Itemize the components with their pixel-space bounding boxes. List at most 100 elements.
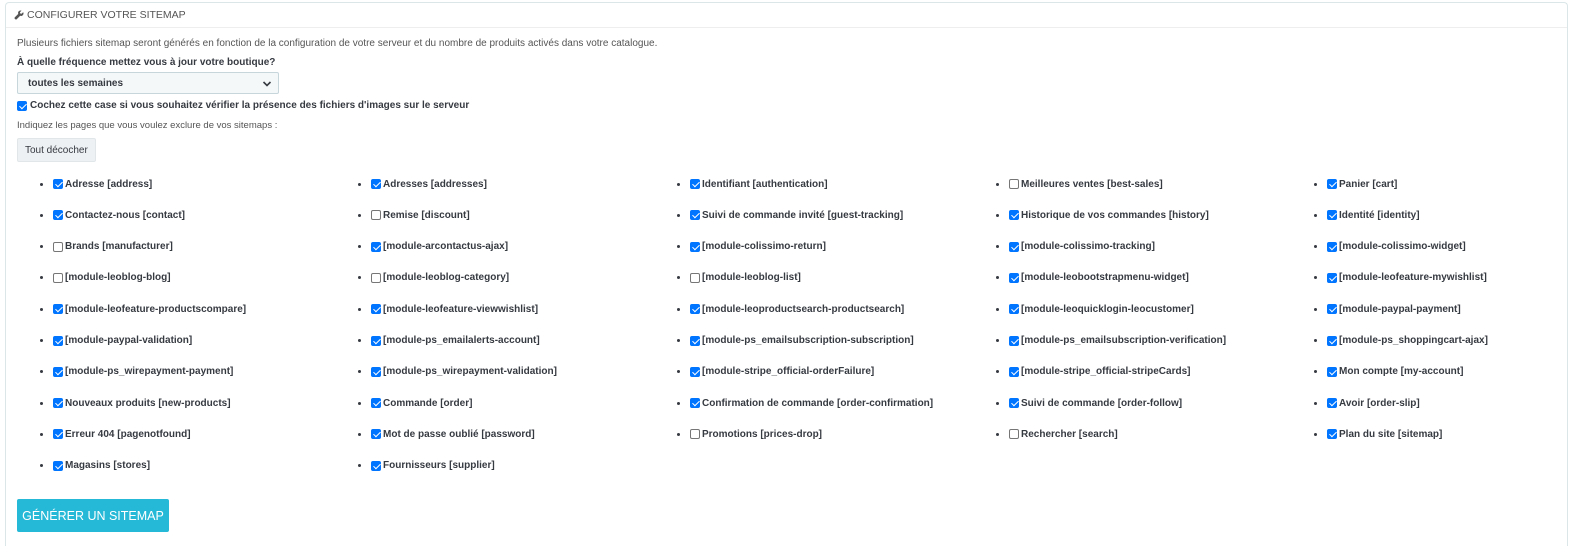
page-checkbox[interactable] — [53, 304, 63, 315]
page-checkbox[interactable] — [371, 179, 381, 189]
list-bullet — [1314, 339, 1317, 342]
page-checkbox[interactable] — [371, 366, 381, 377]
generate-sitemap-button[interactable]: GÉNÉRER UN SITEMAP — [17, 499, 169, 532]
page-checkbox[interactable] — [1327, 241, 1337, 252]
page-checkbox[interactable] — [1327, 398, 1337, 409]
page-label: [module-leofeature-mywishlist] — [1339, 272, 1487, 284]
page-checkbox[interactable] — [1327, 179, 1337, 189]
page-checkbox[interactable] — [53, 398, 63, 409]
page-label: [module-paypal-payment] — [1339, 303, 1461, 315]
page-checkbox[interactable] — [1009, 335, 1019, 346]
page-checkbox[interactable] — [690, 429, 700, 440]
page-checkbox[interactable] — [690, 210, 700, 221]
page-checkbox[interactable] — [53, 179, 63, 189]
page-label: Identité [identity] — [1339, 209, 1420, 221]
page-item: Commande [order] — [358, 396, 472, 410]
page-item: Confirmation de commande [order-confirma… — [677, 396, 933, 410]
page-checkbox[interactable] — [1009, 366, 1019, 377]
page-checkbox[interactable] — [1009, 179, 1019, 189]
image-check-checkbox[interactable] — [17, 100, 27, 111]
page-checkbox[interactable] — [53, 429, 63, 440]
list-bullet — [358, 213, 361, 217]
page-checkbox[interactable] — [1009, 429, 1019, 440]
list-bullet — [1314, 276, 1317, 280]
page-label: [module-ps_shoppingcart-ajax] — [1339, 335, 1488, 346]
page-checkbox[interactable] — [1327, 272, 1337, 283]
page-checkbox[interactable] — [371, 241, 381, 252]
page-checkbox[interactable] — [1009, 241, 1019, 252]
page-checkbox[interactable] — [53, 366, 63, 377]
page-checkbox[interactable] — [1327, 366, 1337, 377]
list-bullet — [40, 213, 43, 217]
image-check-label: Cochez cette case si vous souhaitez véri… — [30, 100, 470, 111]
uncheck-all-button[interactable]: Tout décocher — [17, 138, 96, 162]
page-item: Identité [identity] — [1314, 208, 1420, 222]
list-bullet — [40, 401, 43, 405]
list-bullet — [1314, 370, 1317, 374]
page-item: Fournisseurs [supplier] — [358, 459, 495, 473]
page-checkbox[interactable] — [1327, 304, 1337, 315]
page-checkbox[interactable] — [1009, 272, 1019, 283]
page-checkbox[interactable] — [53, 241, 63, 252]
page-checkbox[interactable] — [371, 335, 381, 346]
page-item: [module-leoblog-blog] — [40, 271, 171, 285]
page-item: [module-leoblog-category] — [358, 271, 509, 285]
page-checkbox[interactable] — [1009, 210, 1019, 221]
page-checkbox[interactable] — [371, 429, 381, 440]
list-bullet — [1314, 307, 1317, 311]
page-label: Brands [manufacturer] — [65, 241, 173, 253]
page-item: [module-paypal-payment] — [1314, 302, 1461, 316]
list-bullet — [40, 276, 43, 280]
page-checkbox[interactable] — [53, 272, 63, 283]
page-checkbox[interactable] — [371, 272, 381, 283]
frequency-select[interactable]: toutes les semaines — [17, 72, 279, 94]
page-checkbox[interactable] — [1327, 335, 1337, 346]
list-bullet — [358, 307, 361, 311]
list-bullet — [40, 464, 43, 468]
page-checkbox[interactable] — [371, 460, 381, 471]
page-checkbox[interactable] — [1009, 398, 1019, 409]
page-checkbox[interactable] — [371, 304, 381, 315]
page-label: [module-ps_wirepayment-validation] — [383, 366, 557, 378]
list-bullet — [40, 307, 43, 311]
page-item: [module-colissimo-return] — [677, 240, 826, 254]
page-checkbox[interactable] — [1009, 304, 1019, 315]
page-checkbox[interactable] — [371, 210, 381, 221]
page-label: Adresse [address] — [65, 178, 153, 190]
list-bullet — [1314, 401, 1317, 405]
page-checkbox[interactable] — [690, 366, 700, 377]
page-checkbox[interactable] — [690, 304, 700, 315]
page-item: Adresses [addresses] — [358, 177, 487, 191]
page-item: Brands [manufacturer] — [40, 240, 173, 254]
page-item: [module-ps_shoppingcart-ajax] — [1314, 334, 1488, 348]
list-bullet — [40, 245, 43, 249]
page-checkbox[interactable] — [690, 398, 700, 409]
page-item: [module-colissimo-widget] — [1314, 240, 1466, 254]
list-bullet — [996, 370, 999, 374]
list-bullet — [996, 245, 999, 249]
page-label: [module-colissimo-return] — [702, 241, 826, 253]
page-checkbox[interactable] — [53, 210, 63, 221]
page-checkbox[interactable] — [690, 241, 700, 252]
page-item: Mot de passe oublié [password] — [358, 427, 535, 441]
page-checkbox[interactable] — [53, 460, 63, 471]
list-bullet — [358, 401, 361, 405]
page-checkbox[interactable] — [690, 179, 700, 189]
page-checkbox[interactable] — [53, 335, 63, 346]
page-checkbox[interactable] — [690, 335, 700, 346]
page-item: Remise [discount] — [358, 208, 470, 222]
page-checkbox[interactable] — [1327, 429, 1337, 440]
page-checkbox[interactable] — [690, 272, 700, 283]
page-label: [module-leoblog-blog] — [65, 272, 171, 284]
exclude-pages-label: Indiquez les pages que vous voulez exclu… — [17, 120, 278, 131]
list-bullet — [677, 307, 680, 311]
page-checkbox[interactable] — [371, 398, 381, 409]
intro-text: Plusieurs fichiers sitemap seront généré… — [17, 38, 658, 49]
page-item: [module-leofeature-productscompare] — [40, 302, 246, 316]
frequency-selected-value: toutes les semaines — [28, 77, 124, 89]
page-label: Historique de vos commandes [history] — [1021, 209, 1209, 221]
page-label: [module-arcontactus-ajax] — [383, 241, 509, 253]
page-item: Panier [cart] — [1314, 177, 1397, 191]
page-checkbox[interactable] — [1327, 210, 1337, 221]
page-item: [module-colissimo-tracking] — [996, 240, 1155, 254]
